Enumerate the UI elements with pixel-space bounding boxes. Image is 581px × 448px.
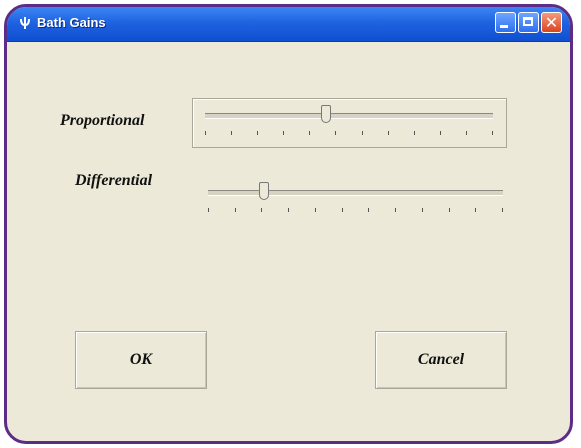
slider-tick [288, 208, 289, 212]
maximize-button[interactable] [518, 12, 539, 33]
cancel-button[interactable]: Cancel [375, 331, 507, 389]
proportional-slider-track[interactable] [205, 113, 493, 119]
close-icon: ✕ [544, 13, 559, 32]
maximize-icon [523, 17, 533, 26]
ok-button[interactable]: OK [75, 331, 207, 389]
proportional-slider-thumb[interactable] [321, 105, 331, 123]
slider-tick [492, 131, 493, 135]
differential-slider-thumb[interactable] [259, 182, 269, 200]
psi-icon [20, 17, 30, 29]
slider-tick [414, 131, 415, 135]
proportional-slider-ticks [205, 131, 493, 137]
slider-tick [335, 131, 336, 135]
slider-tick [315, 208, 316, 212]
slider-tick [231, 131, 232, 135]
differential-label: Differential [75, 172, 153, 189]
slider-tick [261, 208, 262, 212]
title-bar[interactable]: Bath Gains ✕ [7, 7, 570, 42]
slider-tick [309, 131, 310, 135]
differential-slider-ticks [208, 208, 503, 214]
slider-tick [283, 131, 284, 135]
slider-tick [449, 208, 450, 212]
proportional-label: Proportional [60, 112, 145, 129]
window-title: Bath Gains [37, 15, 106, 30]
slider-tick [422, 208, 423, 212]
slider-tick [388, 131, 389, 135]
slider-tick [440, 131, 441, 135]
minimize-button[interactable] [495, 12, 516, 33]
slider-tick [362, 131, 363, 135]
slider-tick [208, 208, 209, 212]
slider-tick [257, 131, 258, 135]
slider-tick [395, 208, 396, 212]
differential-slider-track[interactable] [208, 190, 503, 196]
slider-tick [502, 208, 503, 212]
slider-tick [368, 208, 369, 212]
slider-tick [235, 208, 236, 212]
slider-tick [342, 208, 343, 212]
minimize-icon [500, 25, 508, 28]
slider-tick [475, 208, 476, 212]
slider-tick [466, 131, 467, 135]
slider-tick [205, 131, 206, 135]
close-button[interactable]: ✕ [541, 12, 562, 33]
proportional-slider-frame [192, 98, 507, 148]
